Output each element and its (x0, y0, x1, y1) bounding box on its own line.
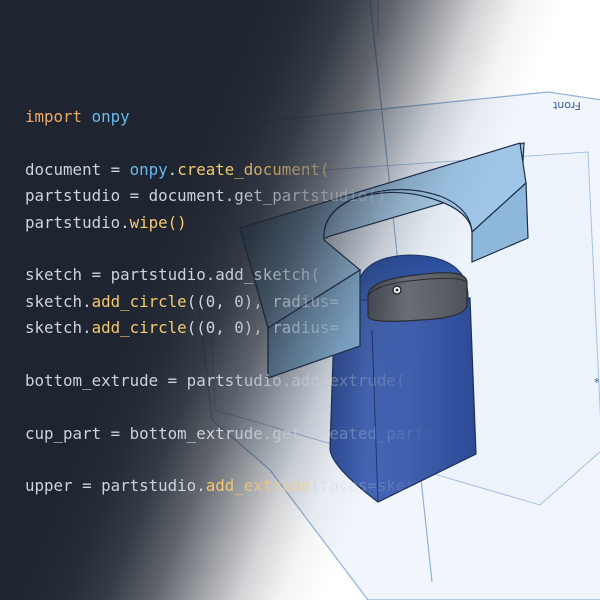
code-token: create_document( (177, 159, 330, 179)
code-line[interactable]: sketch = partstudio.add_sketch( (25, 262, 491, 288)
code-token: . (167, 159, 178, 179)
code-line[interactable]: cup_part = bottom_extrude.get_created_pa… (25, 421, 491, 447)
code-token: sketch = partstudio.add_sketch( (25, 265, 320, 285)
screenshot-stage: Front * import onpy document = onpy.crea… (0, 0, 600, 600)
code-line[interactable]: sketch.add_circle((0, 0), radius= (25, 315, 491, 341)
code-editor[interactable]: import onpy​document = onpy.create_docum… (25, 104, 491, 500)
code-token: onpy (129, 159, 168, 179)
code-line[interactable]: ​ (25, 342, 491, 368)
code-token: partstudio. (25, 212, 130, 232)
code-token: onpy (91, 107, 130, 126)
code-line[interactable]: ​ (25, 394, 491, 420)
code-token: ((0, 0), radius= (186, 318, 339, 338)
code-token: cup_part = bottom_extrude.get_created_pa… (25, 423, 444, 443)
code-token: ((0, 0), radius= (186, 291, 339, 311)
code-line[interactable]: ​ (25, 447, 491, 473)
code-token: sketch. (25, 318, 92, 338)
code-line[interactable]: import onpy (25, 104, 491, 130)
code-token: bottom_extrude = partstudio.add_extrude( (25, 370, 406, 390)
code-token: upper = partstudio. (25, 476, 206, 496)
code-token: add_circle (91, 291, 187, 311)
code-line[interactable]: partstudio = document.get_partstudio() (25, 183, 491, 209)
code-token: (faces=sketch.faces (310, 476, 492, 496)
code-token: sketch. (25, 291, 92, 311)
plane-corner-marker: * (594, 376, 600, 389)
code-token: add_extrude (205, 476, 311, 496)
front-plane-label: Front (552, 99, 581, 112)
code-token: document = (25, 159, 130, 179)
code-token: add_circle (91, 318, 187, 338)
code-line[interactable]: document = onpy.create_document( (25, 157, 491, 183)
code-token: import (25, 107, 83, 126)
code-line[interactable]: upper = partstudio.add_extrude(faces=ske… (25, 473, 491, 499)
code-token: wipe() (129, 212, 187, 232)
code-line[interactable]: sketch.add_circle((0, 0), radius= (25, 289, 491, 315)
code-line[interactable]: bottom_extrude = partstudio.add_extrude( (25, 368, 491, 394)
code-line[interactable]: ​ (25, 130, 491, 156)
code-token: partstudio = document.get_partstudio() (25, 186, 387, 206)
code-line[interactable]: partstudio.wipe() (25, 210, 491, 236)
code-line[interactable]: ​ (25, 236, 491, 262)
